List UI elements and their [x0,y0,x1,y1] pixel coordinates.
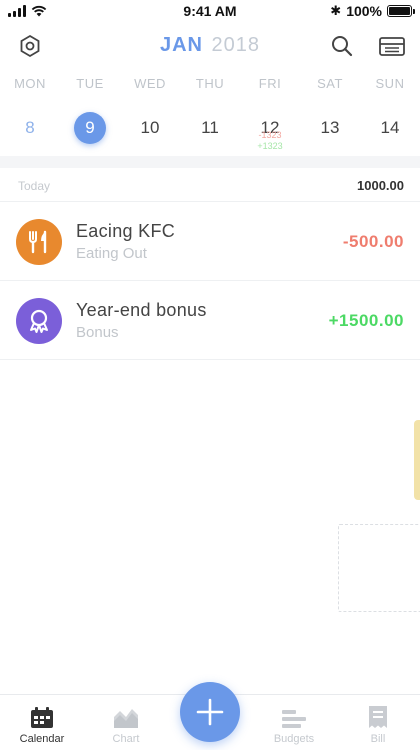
transaction-category: Bonus [76,324,119,341]
transaction-text: Eacing KFC Eating Out [76,221,343,262]
day-thu[interactable]: THU 11 [180,76,240,156]
day-of-week: SAT [317,76,343,91]
cellular-signal-icon [8,5,26,17]
day-expense-total: -1323 [258,130,282,140]
status-time: 9:41 AM [183,3,237,19]
header: JAN 2018 [0,28,420,64]
fork-knife-icon [16,218,62,265]
side-handle[interactable] [414,420,420,500]
transaction-text: Year-end bonus Bonus [76,300,329,341]
dashed-placeholder [338,524,420,612]
tab-label: Calendar [19,733,65,745]
day-sat[interactable]: SAT 13 [300,76,360,156]
tab-calendar[interactable]: Calendar [0,695,84,750]
award-ribbon-icon [16,297,62,344]
wifi-icon [31,5,47,17]
chart-icon [114,709,138,728]
bill-icon [369,706,387,728]
battery-percent: 100% [346,3,382,19]
month-label: JAN [159,34,203,56]
tab-budgets[interactable]: Budgets [252,695,336,750]
status-left [8,5,47,17]
tab-bill[interactable]: Bill [336,695,420,750]
tab-label: Chart [112,733,140,745]
month-title[interactable]: JAN 2018 [0,34,420,57]
selected-day-number: 9 [74,112,106,144]
battery-icon [387,5,415,17]
battery-level [389,7,410,15]
section-divider [0,156,420,168]
card-icon [379,37,405,56]
day-of-week: SUN [375,76,405,91]
day-number: 14 [380,118,400,137]
day-mon[interactable]: MON 8 [0,76,60,156]
tab-label: Bill [370,733,386,745]
day-totals: -1323 +1323 [257,130,282,152]
summary-label: Today [18,178,51,193]
day-of-week: WED [134,76,166,91]
transaction-category: Eating Out [76,245,147,262]
bluetooth-icon: ✱ [330,3,342,18]
tab-label: Budgets [273,733,315,745]
calendar-icon [31,707,53,728]
week-strip: MON 8 TUE 9 WED 10 THU 11 FRI 12 -1323 +… [0,76,420,156]
status-bar: 9:41 AM ✱ 100% [0,0,420,22]
day-fri[interactable]: FRI 12 -1323 +1323 [240,76,300,156]
day-number: 11 [201,118,219,137]
transaction-title: Year-end bonus [76,300,207,320]
summary-value: 1000.00 [357,178,404,193]
status-right: ✱ 100% [330,3,415,19]
day-number: 10 [140,118,160,137]
day-income-total: +1323 [257,141,283,151]
plus-icon [196,698,224,726]
day-number: 8 [25,118,35,137]
transaction-amount: +1500.00 [328,310,404,330]
year-label: 2018 [211,34,261,56]
day-number: 13 [320,118,340,137]
day-wed[interactable]: WED 10 [120,76,180,156]
budgets-icon [282,710,306,728]
day-of-week: FRI [258,76,282,91]
search-icon [332,36,353,57]
transaction-amount: -500.00 [342,231,404,251]
day-summary: Today 1000.00 [0,170,420,202]
transaction-row[interactable]: Eacing KFC Eating Out -500.00 [0,203,420,281]
day-tue[interactable]: TUE 9 [60,76,120,156]
day-of-week: MON [14,76,46,91]
tab-chart[interactable]: Chart [84,695,168,750]
add-transaction-button[interactable] [180,682,240,742]
transaction-title: Eacing KFC [76,221,176,241]
transaction-row[interactable]: Year-end bonus Bonus +1500.00 [0,282,420,360]
day-sun[interactable]: SUN 14 [360,76,420,156]
day-of-week: THU [195,76,225,91]
card-button[interactable] [378,32,406,60]
search-button[interactable] [328,32,356,60]
day-of-week: TUE [76,76,104,91]
